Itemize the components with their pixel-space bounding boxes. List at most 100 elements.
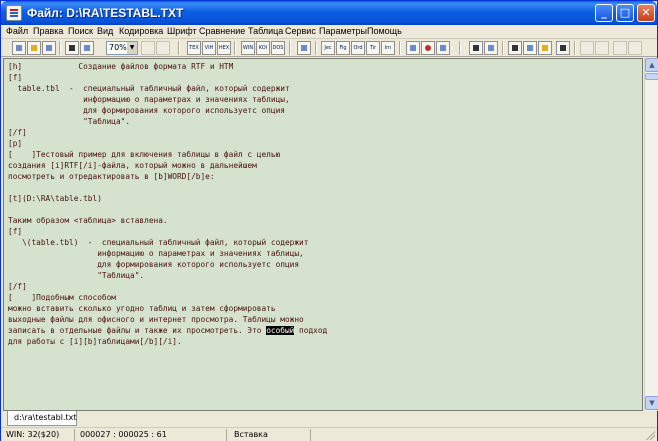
editor-line: информацию о параметрах и значениях табл…: [8, 95, 290, 104]
toolbar-separator: [289, 41, 291, 55]
file-tab-active[interactable]: d:\ra\testabl.txt: [7, 411, 77, 426]
editor-line: [ ]Подобным способом: [8, 293, 116, 302]
print-preview-icon[interactable]: [80, 41, 94, 55]
resize-grip[interactable]: [645, 430, 655, 440]
style-fig-button[interactable]: Fig: [336, 41, 350, 55]
toolbar-separator: [178, 41, 180, 55]
win-encoding-button[interactable]: WIN: [241, 41, 255, 55]
delete-icon[interactable]: [556, 41, 570, 55]
zoom-out-icon[interactable]: [156, 41, 170, 55]
rtf-icon[interactable]: [421, 41, 435, 55]
menu-table[interactable]: Таблица: [248, 26, 283, 36]
menu-compare[interactable]: Сравнение: [199, 26, 245, 36]
editor-line: [p]: [8, 139, 23, 148]
app-icon: [6, 5, 22, 21]
editor-line: [f]: [8, 227, 23, 236]
replace-icon[interactable]: [484, 41, 498, 55]
editor-line: table.tbl - специальный табличный файл, …: [8, 84, 290, 93]
dos-encoding-button[interactable]: DOS: [271, 41, 285, 55]
selected-text[interactable]: особый: [266, 326, 295, 335]
redo-all-icon[interactable]: [628, 41, 642, 55]
menu-edit[interactable]: Правка: [33, 26, 63, 36]
toolbar-separator: [459, 41, 461, 55]
text-editor[interactable]: [h] Создание файлов формата RTF и HTM [f…: [3, 58, 643, 411]
editor-line: [h] Создание файлов формата RTF и HTM: [8, 62, 234, 71]
editor-line: для формирования которого используетс оп…: [8, 106, 285, 115]
vih-mode-button[interactable]: VIH: [202, 41, 216, 55]
tex-mode-button[interactable]: TEX: [187, 41, 201, 55]
editor-line: [/f]: [8, 128, 27, 137]
html-icon[interactable]: [406, 41, 420, 55]
status-bar: WIN: 32($20) 000027 : 000025 : 61 Вставк…: [1, 427, 657, 441]
editor-line: посмотреть и отредактировать в [b]WORD[/…: [8, 172, 215, 181]
application-window: Файл: D:\RA\TESTABL.TXT _ □ ✕ Файл Правк…: [0, 0, 658, 441]
hex-mode-button[interactable]: HEX: [217, 41, 231, 55]
maximize-button[interactable]: □: [616, 4, 634, 22]
toolbar-separator: [574, 41, 576, 55]
zoom-dropdown-icon[interactable]: ▼: [127, 42, 137, 54]
editor-line-tail: подход: [294, 326, 328, 335]
toolbar-separator: [399, 41, 401, 55]
editor-line: для формирования которого используетс оп…: [8, 260, 300, 269]
copy-icon[interactable]: [523, 41, 537, 55]
undo-all-icon[interactable]: [613, 41, 627, 55]
status-encoding: WIN: 32($20): [3, 429, 75, 441]
style-tir-button[interactable]: Tir: [366, 41, 380, 55]
style-ord-button[interactable]: Ord: [351, 41, 365, 55]
zoom-value: 70%: [109, 43, 127, 52]
menu-search[interactable]: Поиск: [68, 26, 93, 36]
zoom-in-icon[interactable]: [141, 41, 155, 55]
window-title: Файл: D:\RA\TESTABL.TXT: [27, 6, 184, 20]
editor-line-text: записать в отдельные файлы и также их пр…: [8, 326, 267, 335]
menu-help[interactable]: Помощь: [367, 26, 402, 36]
menu-view[interactable]: Вид: [97, 26, 113, 36]
file-tab-bar: d:\ra\testabl.txt: [1, 411, 657, 427]
editor-line: для работы с [i][b]таблицами[/b][/i].: [8, 337, 182, 346]
undo-icon[interactable]: [580, 41, 594, 55]
editor-line: [/f]: [8, 282, 27, 291]
close-button[interactable]: ✕: [637, 4, 655, 22]
scroll-down-icon[interactable]: ▼: [645, 396, 658, 410]
editor-line: \(table.tbl) - специальный табличный фай…: [8, 238, 309, 247]
save-icon[interactable]: [42, 41, 56, 55]
editor-line: "Таблица".: [8, 271, 145, 280]
editor-line: выходные файлы для офисного и интернет п…: [8, 315, 304, 324]
editor-line: "Таблица".: [8, 117, 131, 126]
menu-bar: Файл Правка Поиск Вид Кодировка Шрифт Ср…: [1, 25, 657, 39]
minimize-button[interactable]: _: [595, 4, 613, 22]
style-jec-button[interactable]: Jec: [321, 41, 335, 55]
editor-line: [ ]Тестовый пример для включения таблицы…: [8, 150, 281, 159]
menu-font[interactable]: Шрифт: [167, 26, 197, 36]
menu-service[interactable]: Сервис: [285, 26, 316, 36]
editor-line: Таким образом <таблица> вставлена.: [8, 216, 168, 225]
paste-icon[interactable]: [538, 41, 552, 55]
status-insert-mode: Вставка: [231, 429, 311, 441]
export-icon[interactable]: [436, 41, 450, 55]
editor-line: [f]: [8, 73, 23, 82]
toolbar-separator: [502, 41, 504, 55]
menu-encoding[interactable]: Кодировка: [119, 26, 163, 36]
vertical-scrollbar[interactable]: ▲ ▼: [644, 58, 658, 411]
open-file-icon[interactable]: [27, 41, 41, 55]
cut-icon[interactable]: [508, 41, 522, 55]
print-icon[interactable]: [65, 41, 79, 55]
menu-file[interactable]: Файл: [6, 26, 28, 36]
scroll-up-icon[interactable]: ▲: [645, 58, 658, 72]
editor-line: информацию о параметрах и значениях табл…: [8, 249, 304, 258]
find-icon[interactable]: [469, 41, 483, 55]
title-bar[interactable]: Файл: D:\RA\TESTABL.TXT _ □ ✕: [1, 1, 657, 25]
new-file-icon[interactable]: [12, 41, 26, 55]
scroll-thumb[interactable]: [645, 73, 658, 80]
toolbar-separator: [59, 41, 61, 55]
koi-encoding-button[interactable]: KOI: [256, 41, 270, 55]
style-irn-button[interactable]: Irn: [381, 41, 395, 55]
toolbar: 70% ▼ TEX VIH HEX WIN KOI DOS Jec Fig Or…: [1, 39, 657, 57]
redo-icon[interactable]: [595, 41, 609, 55]
status-cursor-position: 000027 : 000025 : 61: [77, 429, 227, 441]
editor-line: создания [i]RTF[/i]-файла, который можно…: [8, 161, 257, 170]
format-icon[interactable]: [297, 41, 311, 55]
editor-line: [t](D:\RA\table.tbl): [8, 194, 102, 203]
editor-line: можно вставить сколько угодно таблиц и з…: [8, 304, 276, 313]
menu-parameters[interactable]: Параметры: [319, 26, 367, 36]
editor-line-with-selection: записать в отдельные файлы и также их пр…: [8, 325, 327, 336]
